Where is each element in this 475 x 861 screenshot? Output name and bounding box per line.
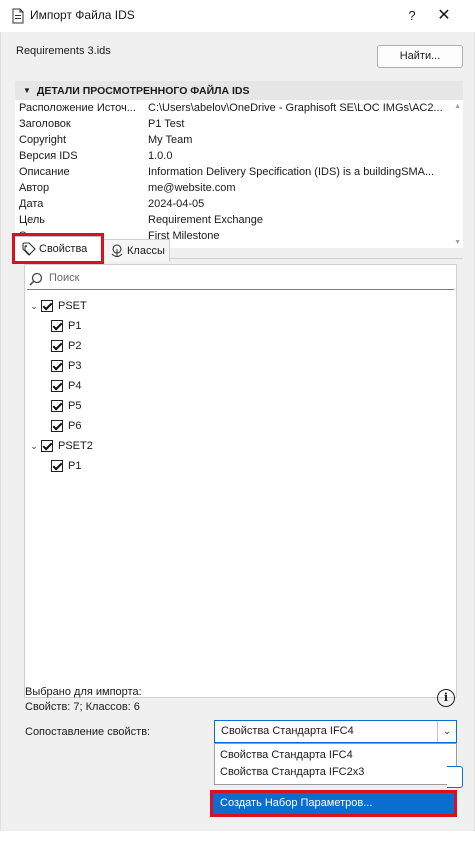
checkbox-checked[interactable] [51, 340, 63, 352]
tree-item-label: P1 [68, 460, 82, 472]
tree-item-label: P4 [68, 380, 82, 392]
details-key: Расположение Источ... [19, 102, 136, 114]
details-key: Автор [19, 182, 50, 194]
details-row-copyright: Copyright My Team [15, 132, 463, 148]
window-title: Импорт Файла IDS [30, 8, 135, 22]
details-row-title: Заголовок P1 Test [15, 116, 463, 132]
ids-file-icon [12, 8, 24, 24]
checkbox-checked[interactable] [51, 460, 63, 472]
details-key: Цель [19, 214, 46, 226]
details-value: Requirement Exchange [148, 214, 263, 226]
tree-item[interactable]: P1 [25, 456, 455, 476]
tree-item[interactable]: P1 [25, 316, 455, 336]
tree-group-pset[interactable]: ⌄ PSET [25, 296, 455, 316]
details-value: P1 Test [148, 118, 185, 130]
checkbox-checked[interactable] [41, 440, 53, 452]
chevron-down-icon[interactable]: ⌄ [437, 721, 456, 742]
collapse-triangle-icon[interactable]: ▼ [23, 81, 31, 100]
details-row-author: Автор me@website.com [15, 180, 463, 196]
checkbox-checked[interactable] [51, 360, 63, 372]
info-icon[interactable]: i [437, 689, 455, 707]
chevron-down-icon[interactable]: ⌄ [29, 296, 39, 316]
details-row-purpose: Цель Requirement Exchange [15, 212, 463, 228]
chevron-down-icon[interactable]: ⌄ [29, 436, 39, 456]
details-value: C:\Users\abelov\OneDrive - Graphisoft SE… [148, 102, 443, 114]
tree-item-label: P1 [68, 320, 82, 332]
properties-tab-highlight [12, 233, 104, 264]
tree-item-label: P3 [68, 360, 82, 372]
tree-group-label: PSET [58, 300, 87, 312]
tree-item-label: P5 [68, 400, 82, 412]
tree-item[interactable]: P6 [25, 416, 455, 436]
details-header[interactable]: ▼ ДЕТАЛИ ПРОСМОТРЕННОГО ФАЙЛА IDS [15, 81, 463, 100]
details-row-version: Версия IDS 1.0.0 [15, 148, 463, 164]
tree-item[interactable]: P5 [25, 396, 455, 416]
details-key: Версия IDS [19, 150, 78, 162]
tab-classes[interactable]: Классы [102, 239, 170, 262]
checkbox-checked[interactable] [51, 320, 63, 332]
details-header-label: ДЕТАЛИ ПРОСМОТРЕННОГО ФАЙЛА IDS [36, 85, 250, 97]
checkbox-checked[interactable] [41, 300, 53, 312]
tab-bar: Свойства Классы [12, 233, 462, 264]
selected-for-import-label: Выбрано для импорта: [25, 686, 142, 698]
help-button[interactable]: ? [400, 6, 424, 26]
select-value: Свойства Стандарта IFC4 [221, 725, 354, 737]
title-bar: Импорт Файла IDS ? ✕ [0, 0, 475, 32]
find-button[interactable]: Найти... [377, 45, 463, 68]
tab-classes-label: Классы [127, 245, 165, 257]
tree-item-label: P6 [68, 420, 82, 432]
details-value: My Team [148, 134, 193, 146]
details-key: Описание [19, 166, 70, 178]
dropdown-option-ifc2x3[interactable]: Свойства Стандарта IFC2x3 [215, 764, 456, 781]
checkbox-checked[interactable] [51, 420, 63, 432]
file-name: Requirements 3.ids [16, 45, 111, 57]
mapping-dropdown-list: Свойства Стандарта IFC4 Свойства Стандар… [214, 743, 457, 785]
scroll-up-arrow-icon[interactable]: ▲ [454, 103, 461, 110]
checkbox-checked[interactable] [51, 380, 63, 392]
tree-item-label: P2 [68, 340, 82, 352]
close-button[interactable]: ✕ [430, 6, 458, 26]
search-icon [29, 272, 43, 286]
details-value: 1.0.0 [148, 150, 173, 162]
property-mapping-select[interactable]: Свойства Стандарта IFC4 ⌄ [214, 720, 457, 743]
checkbox-checked[interactable] [51, 400, 63, 412]
search-placeholder: Поиск [49, 272, 80, 284]
details-key: Дата [19, 198, 44, 210]
details-value: me@website.com [148, 182, 236, 194]
details-key: Заголовок [19, 118, 71, 130]
file-details-panel: ▼ ДЕТАЛИ ПРОСМОТРЕННОГО ФАЙЛА IDS Располо… [15, 81, 463, 248]
properties-panel: Поиск ⌄ PSET P1 P2 P3 P4 P5 P6 ⌄ PSET2 P… [24, 264, 457, 698]
window-bottom [0, 831, 475, 861]
selected-count: Свойств: 7; Классов: 6 [25, 701, 140, 713]
tree-item[interactable]: P2 [25, 336, 455, 356]
ok-button-edge[interactable] [447, 766, 463, 788]
details-key: Copyright [19, 134, 67, 146]
tree-item[interactable]: P4 [25, 376, 455, 396]
tree-group-label: PSET2 [58, 440, 93, 452]
details-value: 2024-04-05 [148, 198, 205, 210]
create-option-highlight [210, 790, 457, 817]
details-value: Information Delivery Specification (IDS)… [148, 166, 435, 178]
details-row-description: Описание Information Delivery Specificati… [15, 164, 463, 180]
search-input[interactable]: Поиск [27, 269, 454, 290]
tree-item[interactable]: P3 [25, 356, 455, 376]
property-tree: ⌄ PSET P1 P2 P3 P4 P5 P6 ⌄ PSET2 P1 [25, 296, 455, 476]
dropdown-option-ifc4[interactable]: Свойства Стандарта IFC4 [215, 747, 456, 764]
tree-group-pset2[interactable]: ⌄ PSET2 [25, 436, 455, 456]
classes-icon [111, 244, 123, 258]
details-row-date: Дата 2024-04-05 [15, 196, 463, 212]
details-row-location: Расположение Источ... C:\Users\abelov\One… [15, 100, 463, 116]
property-mapping-label: Сопоставление свойств: [25, 726, 151, 738]
